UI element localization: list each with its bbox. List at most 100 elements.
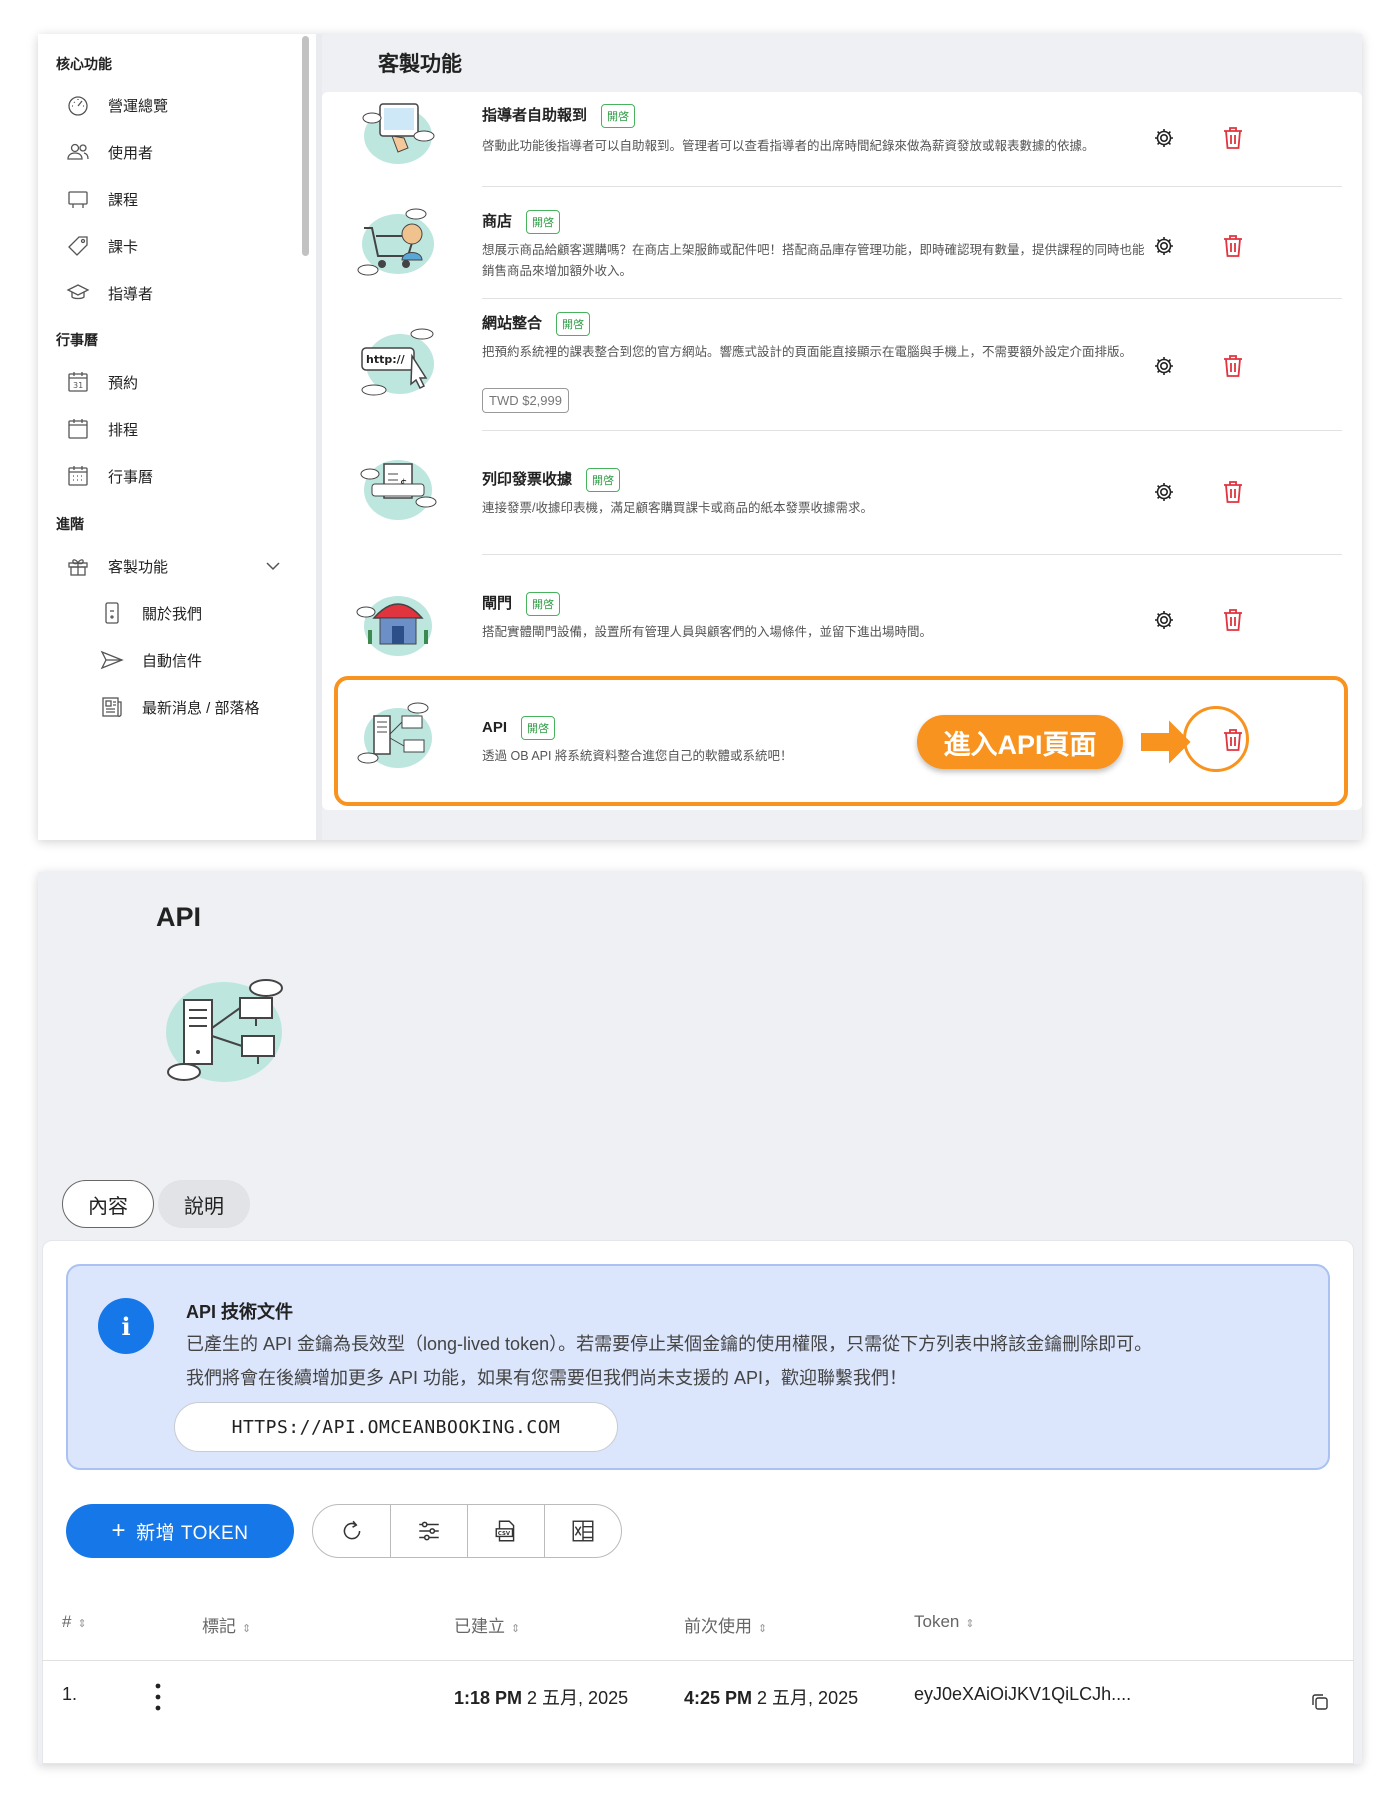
row-actions-kebab-icon[interactable] — [154, 1680, 162, 1714]
settings-gear-icon[interactable] — [1152, 480, 1176, 504]
column-header-label[interactable]: 標記 ⇕ — [202, 1612, 251, 1637]
sidebar-item-label: 客製功能 — [108, 558, 169, 576]
row-divider — [482, 186, 1342, 187]
class-icon — [64, 185, 92, 213]
svg-text:http://: http:// — [366, 353, 406, 366]
newspaper-icon — [98, 693, 126, 721]
add-token-button[interactable]: + 新增 TOKEN — [66, 1504, 294, 1558]
users-icon — [64, 138, 92, 166]
sidebar-item-bookings[interactable]: 31 預約 — [64, 366, 294, 398]
status-badge[interactable]: 開啓 — [601, 104, 636, 129]
delete-trash-icon[interactable] — [1222, 354, 1244, 378]
sidebar-item-news-blog[interactable]: 最新消息 / 部落格 — [98, 691, 328, 723]
sidebar-item-calendar[interactable]: 行事曆 — [64, 460, 294, 492]
excel-export-icon — [572, 1520, 594, 1542]
sidebar-item-classes[interactable]: 課程 — [64, 183, 294, 215]
settings-gear-icon[interactable] — [1152, 234, 1176, 258]
delete-trash-icon[interactable] — [1222, 480, 1244, 504]
plus-icon: + — [111, 1517, 127, 1544]
sidebar-item-label: 營運總覽 — [108, 97, 169, 115]
feature-description: 搭配實體閘門設備，設置所有管理人員與顧客們的入場條件，並留下進出場時間。 — [482, 625, 933, 639]
sidebar-section-calendar: 行事曆 — [56, 332, 98, 348]
sidebar-item-label: 課卡 — [108, 238, 139, 256]
send-icon — [98, 646, 126, 674]
refresh-button[interactable] — [313, 1505, 390, 1557]
settings-gear-icon[interactable] — [1152, 608, 1176, 632]
settings-gear-icon[interactable] — [1152, 126, 1176, 150]
sidebar-item-dashboard[interactable]: 營運總覽 — [64, 89, 294, 121]
sort-icon: ⇕ — [242, 1623, 252, 1635]
feature-description: 啓動此功能後指導者可以自助報到。管理者可以查看指導者的出席時間紀錄來做為薪資發放… — [482, 139, 1095, 153]
delete-trash-icon[interactable] — [1222, 126, 1244, 150]
column-header-created[interactable]: 已建立 ⇕ — [454, 1612, 520, 1637]
sidebar-scrollbar[interactable] — [302, 36, 309, 256]
sidebar-item-about-us[interactable]: 關於我們 — [98, 597, 328, 629]
gift-icon — [64, 552, 92, 580]
sidebar-item-auto-emails[interactable]: 自動信件 — [98, 644, 328, 676]
info-line: 我們將會在後續增加更多 API 功能，如果有您需要但我們尚未支援的 API，歡迎… — [186, 1368, 908, 1388]
csv-export-icon: CSV — [495, 1520, 515, 1542]
receipt-printing-illustration: $ — [360, 460, 437, 520]
status-badge[interactable]: 開啓 — [526, 592, 561, 617]
sidebar-item-label: 自動信件 — [142, 652, 203, 670]
calendar-icon — [64, 415, 92, 443]
export-csv-button[interactable]: CSV — [467, 1505, 544, 1557]
feature-row-receipt-printing: $ 列印發票收據開啓 連接發票/收據印表機，滿足顧客購買課卡或商品的紙本發票收據… — [322, 432, 1342, 555]
feature-description: 想展示商品給顧客選購嗎？在商店上架服飾或配件吧！搭配商品庫存管理功能，即時確認現… — [482, 243, 1145, 278]
feature-description: 把預約系統裡的課表整合到您的官方網站。響應式設計的頁面能直接顯示在電腦與手機上，… — [482, 345, 1133, 359]
settings-gear-icon[interactable] — [1152, 354, 1176, 378]
sort-icon: ⇕ — [77, 1618, 87, 1630]
sort-icon: ⇕ — [758, 1623, 768, 1635]
api-url-link[interactable]: HTTPS://API.OMCEANBOOKING.COM — [174, 1402, 618, 1452]
sidebar-item-users[interactable]: 使用者 — [64, 136, 294, 168]
info-line: 已產生的 API 金鑰為長效型（long-lived token）。若需要停止某… — [186, 1334, 1153, 1354]
feature-row-gate: 閘門 開啓 搭配實體閘門設備，設置所有管理人員與顧客們的入場條件，並留下進出場時間… — [322, 558, 1342, 670]
svg-text:31: 31 — [73, 381, 83, 390]
table-toolbar: CSV — [312, 1504, 622, 1558]
enter-api-page-callout: 進入API頁面 — [917, 715, 1123, 769]
gear-highlight-circle — [1183, 706, 1249, 772]
column-header-last-used[interactable]: 前次使用 ⇕ — [684, 1612, 767, 1637]
sidebar-item-label: 關於我們 — [142, 605, 203, 623]
sidebar-item-cards[interactable]: 課卡 — [64, 230, 294, 262]
status-badge[interactable]: 開啓 — [586, 468, 621, 493]
sidebar-item-label: 排程 — [108, 421, 139, 439]
table-header-divider — [42, 1660, 1354, 1661]
page-title: 客製功能 — [378, 53, 462, 76]
sidebar-item-instructors[interactable]: 指導者 — [64, 277, 294, 309]
row-divider — [482, 430, 1342, 431]
shop-illustration — [357, 208, 434, 276]
row-last-used: 4:25 PM 2 五月, 2025 — [684, 1688, 859, 1708]
svg-text:CSV: CSV — [498, 1531, 511, 1537]
feature-name: 網站整合 — [482, 315, 543, 332]
tab-help[interactable]: 說明 — [158, 1180, 250, 1228]
tab-content[interactable]: 內容 — [62, 1180, 154, 1228]
sidebar-item-schedule[interactable]: 排程 — [64, 413, 294, 445]
feature-row-website-integration: http:// 網站整合 開啓 把預約系統裡的課表整合到您的官方網站。響應式設計的… — [322, 304, 1342, 431]
info-icon: i — [98, 1298, 154, 1354]
calendar-grid-icon — [64, 462, 92, 490]
delete-trash-icon[interactable] — [1222, 234, 1244, 258]
status-badge[interactable]: 開啓 — [556, 312, 591, 337]
row-created: 1:18 PM 2 五月, 2025 — [454, 1688, 629, 1708]
export-excel-button[interactable] — [544, 1505, 621, 1557]
graduation-icon — [64, 279, 92, 307]
filter-button[interactable] — [390, 1505, 467, 1557]
sort-icon: ⇕ — [965, 1618, 975, 1630]
column-header-index[interactable]: # ⇕ — [62, 1612, 87, 1632]
gate-illustration — [356, 596, 432, 656]
column-header-token[interactable]: Token ⇕ — [914, 1612, 975, 1632]
tag-icon — [64, 232, 92, 260]
copy-icon[interactable] — [1310, 1692, 1330, 1712]
delete-trash-icon[interactable] — [1222, 608, 1244, 632]
chevron-down-icon[interactable] — [264, 557, 282, 579]
sidebar-item-label: 指導者 — [108, 285, 154, 303]
row-divider — [482, 298, 1342, 299]
website-integration-illustration: http:// — [361, 328, 434, 396]
api-docs-info-box: i API 技術文件 已產生的 API 金鑰為長效型（long-lived to… — [66, 1264, 1330, 1470]
sidebar-item-label: 最新消息 / 部落格 — [142, 699, 260, 717]
sidebar-section-advanced: 進階 — [56, 516, 84, 532]
status-badge[interactable]: 開啓 — [526, 210, 561, 235]
sidebar-section-core: 核心功能 — [56, 56, 112, 72]
sidebar-item-custom-features[interactable]: 客製功能 — [64, 550, 294, 582]
